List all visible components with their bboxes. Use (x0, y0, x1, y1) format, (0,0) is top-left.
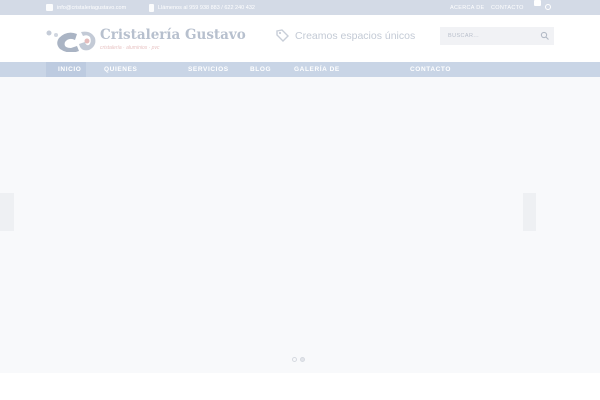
slogan-text: Creamos espacios únicos (295, 29, 416, 42)
slider-dot[interactable] (292, 357, 297, 362)
logo[interactable]: Cristalería Gustavo cristalería · alumin… (45, 26, 246, 54)
nav-item-contacto[interactable]: CONTACTO (410, 62, 451, 77)
slogan: Creamos espacios únicos (276, 29, 415, 42)
nav-item-quienes[interactable]: QUIENES (104, 62, 137, 77)
search-box (440, 27, 554, 45)
hero-slider (0, 77, 600, 373)
topbar-phone-text: Llámenos al 959 938 883 / 622 240 432 (158, 4, 255, 11)
top-bar: info@cristaleriagustavo.com Llámenos al … (0, 0, 600, 15)
topbar-email-text[interactable]: info@cristaleriagustavo.com (57, 5, 126, 11)
slider-dot-active[interactable] (300, 357, 305, 362)
search-input[interactable] (440, 27, 540, 45)
instagram-icon[interactable] (545, 4, 551, 10)
slider-next-button[interactable] (523, 193, 536, 231)
site-header: Cristalería Gustavo cristalería · alumin… (0, 15, 600, 62)
logo-mark-icon (46, 30, 96, 52)
nav-item-galeria[interactable]: GALERÍA DE (294, 62, 340, 77)
topbar-phone: Llámenos al 959 938 883 / 622 240 432 (149, 0, 255, 15)
main-nav: INICIO QUIENES SERVICIOS BLOG GALERÍA DE… (0, 62, 600, 77)
search-icon[interactable] (540, 31, 550, 41)
nav-item-blog[interactable]: BLOG (250, 62, 271, 77)
email-icon (46, 4, 53, 11)
tag-icon (276, 29, 289, 42)
nav-item-inicio[interactable]: INICIO (46, 62, 86, 77)
slider-dots (292, 357, 305, 362)
facebook-icon[interactable] (534, 0, 541, 6)
nav-item-servicios[interactable]: SERVICIOS (188, 62, 229, 77)
page: info@cristaleriagustavo.com Llámenos al … (0, 0, 600, 400)
phone-icon (149, 3, 154, 12)
logo-title: Cristalería Gustavo (100, 27, 246, 43)
topbar-link-contact[interactable]: CONTACTO (491, 0, 524, 15)
slider-prev-button[interactable] (0, 193, 14, 231)
logo-subtitle: cristalería · aluminios · pvc (100, 45, 160, 51)
topbar-email[interactable]: info@cristaleriagustavo.com (46, 0, 126, 15)
page-bottom (0, 373, 600, 400)
topbar-link-about[interactable]: ACERCA DE (450, 0, 485, 15)
